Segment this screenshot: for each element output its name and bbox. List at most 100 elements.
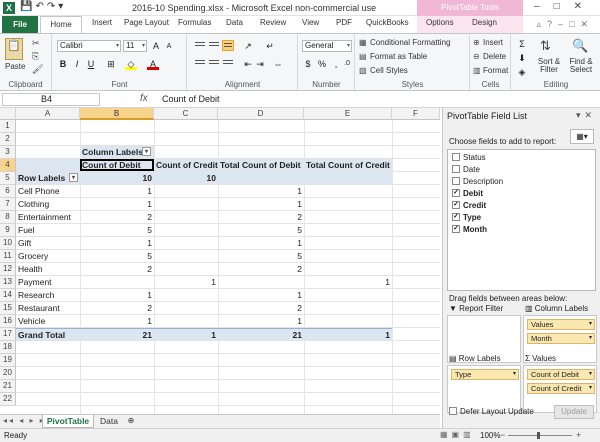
field-layout-button[interactable]: ▦▾ [570,129,594,144]
cell-styles-button[interactable]: Cell Styles [370,66,408,75]
sort-filter-button[interactable]: Sort & Filter [534,58,564,74]
checkbox-checked[interactable]: ✓ [452,212,460,221]
tab-options[interactable]: Options [426,18,454,27]
paste-button[interactable]: Paste [5,62,25,71]
panel-controls[interactable]: ▾✕ [576,110,596,121]
row-header[interactable]: 8 [0,211,16,224]
tab-quickbooks[interactable]: QuickBooks [366,18,409,27]
row-field-type[interactable]: Type ▾ [451,369,519,380]
tab-view[interactable]: View [302,18,319,27]
name-box[interactable]: B4 [2,93,100,106]
row-header[interactable]: 15 [0,302,16,315]
worksheet-grid[interactable]: A B C D E F 1 2 3 Column Labels ▾ 4 Coun… [0,108,440,414]
field-item[interactable]: ✓ Credit [452,200,486,212]
align-top-icon[interactable] [194,40,206,51]
font-color-icon[interactable]: A [147,58,159,70]
row-header[interactable]: 13 [0,276,16,289]
select-all-corner[interactable] [0,108,16,120]
column-header-d[interactable]: D [218,108,304,120]
row-header[interactable]: 7 [0,198,16,211]
tab-pdf[interactable]: PDF [336,18,352,27]
tab-review[interactable]: Review [260,18,286,27]
tab-page-layout[interactable]: Page Layout [124,18,169,27]
merge-center-icon[interactable]: ⇔ [272,58,284,70]
field-item[interactable]: Description [452,176,503,188]
row-labels-area[interactable]: Type ▾ [447,365,521,413]
zoom-slider[interactable] [508,435,572,436]
column-field-values[interactable]: Values ▾ [527,319,595,330]
currency-icon[interactable]: $ [302,58,314,70]
window-controls[interactable]: –□✕ [534,1,596,12]
autosum-icon[interactable]: Σ [516,38,528,50]
font-name-select[interactable]: Calibri ▾ [57,40,121,52]
update-button[interactable]: Update [554,405,594,419]
decimal-icon[interactable]: .0 [341,58,353,70]
fill-icon[interactable]: ⬇ [516,52,528,64]
number-format-select[interactable]: General ▾ [302,40,352,52]
row-header[interactable]: 6 [0,185,16,198]
align-right-icon[interactable] [222,58,234,69]
checkbox[interactable] [452,164,460,173]
ribbon-help-icons[interactable]: ▵?–□✕ [536,19,594,30]
column-header-f[interactable]: F [392,108,440,120]
percent-icon[interactable]: % [316,58,328,70]
insert-button[interactable]: Insert [483,38,503,47]
checkbox-checked[interactable]: ✓ [452,224,460,233]
row-labels-filter-button[interactable]: ▾ [69,173,78,182]
value-field-count-of-credit[interactable]: Count of Credit ▾ [527,383,595,394]
row-header[interactable]: 4 [0,159,16,172]
column-header-c[interactable]: C [154,108,218,120]
fx-icon[interactable]: fx [140,93,148,104]
defer-layout-update[interactable]: Defer Layout Update [449,406,534,416]
cut-icon[interactable]: ✂ [32,38,40,49]
font-size-select[interactable]: 11 ▾ [123,40,147,52]
row-header[interactable]: 20 [0,367,16,380]
row-header[interactable]: 11 [0,250,16,263]
field-item[interactable]: ✓ Debit [452,188,483,200]
format-button[interactable]: Format [483,66,508,75]
find-select-icon[interactable]: 🔍 [572,38,588,54]
fill-color-icon[interactable]: ◇ [125,58,137,70]
grow-font-icon[interactable]: A [150,40,162,52]
row-header[interactable]: 3 [0,146,16,159]
field-item[interactable]: Date [452,164,480,176]
column-field-month[interactable]: Month ▾ [527,333,595,344]
row-header[interactable]: 2 [0,133,16,146]
zoom-slider-thumb[interactable] [537,432,540,439]
wrap-text-icon[interactable]: ↵ [264,40,276,52]
italic-button[interactable]: I [71,58,83,70]
checkbox-checked[interactable]: ✓ [452,188,460,197]
row-header[interactable]: 21 [0,380,16,393]
header-count-of-debit[interactable]: Count of Debit [80,159,154,171]
clear-icon[interactable]: ◈ [516,66,528,78]
column-header-b[interactable]: B [80,108,154,120]
tab-formulas[interactable]: Formulas [178,18,211,27]
column-header-a[interactable]: A [16,108,80,120]
checkbox-checked[interactable]: ✓ [452,200,460,209]
field-item[interactable]: ✓ Type [452,212,481,224]
tab-home[interactable]: Home [40,16,82,33]
column-labels-filter-button[interactable]: ▾ [142,147,151,156]
shrink-font-icon[interactable]: A [163,41,175,53]
checkbox[interactable] [452,176,460,185]
conditional-formatting-button[interactable]: Conditional Formatting [370,38,450,47]
checkbox[interactable] [449,406,457,415]
formula-input[interactable]: Count of Debit [162,94,220,104]
row-header[interactable]: 10 [0,237,16,250]
copy-icon[interactable]: ⎘ [32,51,39,62]
increase-indent-icon[interactable]: ⇥ [254,58,266,70]
quick-access-toolbar[interactable]: 💾↶↷▾ [20,1,66,12]
view-buttons[interactable]: ▦▣▥ [440,430,475,439]
tab-data[interactable]: Data [226,18,243,27]
zoom-out-icon[interactable]: − [500,430,505,440]
row-header[interactable]: 19 [0,354,16,367]
row-header[interactable]: 16 [0,315,16,328]
bold-button[interactable]: B [57,58,69,70]
field-item[interactable]: Status [452,152,486,164]
row-header[interactable]: 18 [0,341,16,354]
row-header[interactable]: 5 [0,172,16,185]
underline-button[interactable]: U [85,58,97,70]
row-header[interactable]: 17 [0,328,16,341]
decrease-indent-icon[interactable]: ⇤ [242,58,254,70]
paste-icon[interactable]: 📋 [5,38,23,60]
